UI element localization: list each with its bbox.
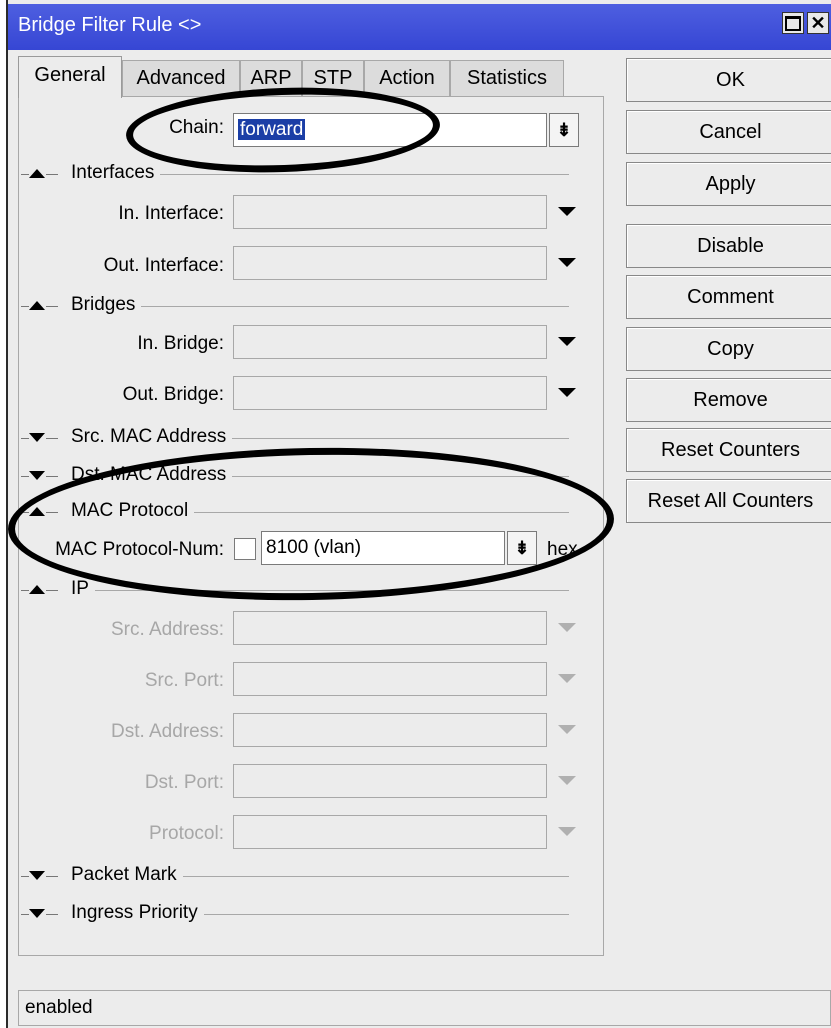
- apply-button[interactable]: Apply: [626, 162, 831, 206]
- dst-address-input: [233, 713, 547, 747]
- chain-input[interactable]: forward: [233, 113, 547, 147]
- section-packet-mark[interactable]: Packet Mark: [21, 864, 569, 887]
- close-icon[interactable]: ✕: [807, 12, 829, 34]
- src-address-dropdown-icon: [558, 623, 576, 632]
- protocol-dropdown-icon: [558, 827, 576, 836]
- out-interface-dropdown-icon[interactable]: [558, 258, 576, 267]
- protocol-label: Protocol:: [149, 823, 224, 844]
- tab-general[interactable]: General: [18, 56, 122, 98]
- in-bridge-dropdown-icon[interactable]: [558, 337, 576, 346]
- section-packet-mark-title: Packet Mark: [71, 864, 183, 886]
- tab-arp[interactable]: ARP: [240, 60, 302, 96]
- in-bridge-input[interactable]: [233, 325, 547, 359]
- dst-address-label: Dst. Address:: [111, 721, 224, 742]
- mac-protocol-dropdown-button[interactable]: ⇟: [507, 531, 537, 565]
- out-interface-label: Out. Interface:: [103, 255, 224, 276]
- tab-advanced[interactable]: Advanced: [122, 60, 240, 96]
- in-interface-label: In. Interface:: [118, 203, 224, 224]
- collapse-arrow-icon: [29, 585, 45, 594]
- out-bridge-dropdown-icon[interactable]: [558, 388, 576, 397]
- collapse-arrow-icon: [29, 301, 45, 310]
- section-dst-mac-title: Dst. MAC Address: [71, 464, 233, 486]
- in-bridge-label: In. Bridge:: [137, 333, 224, 354]
- in-interface-input[interactable]: [233, 195, 547, 229]
- dst-port-label: Dst. Port:: [144, 772, 224, 793]
- expand-arrow-icon: [29, 433, 45, 442]
- section-ingress-priority-title: Ingress Priority: [71, 902, 204, 924]
- collapse-arrow-icon: [29, 169, 45, 178]
- maximize-icon[interactable]: [782, 12, 804, 34]
- src-address-input: [233, 611, 547, 645]
- status-bar: enabled: [18, 990, 831, 1026]
- mac-protocol-num-input[interactable]: 8100 (vlan): [261, 531, 505, 565]
- section-interfaces[interactable]: Interfaces: [21, 162, 569, 185]
- hex-label: hex: [547, 539, 578, 560]
- expand-arrow-icon: [29, 471, 45, 480]
- dst-port-input: [233, 764, 547, 798]
- section-mac-protocol-title: MAC Protocol: [71, 500, 195, 522]
- section-src-mac-title: Src. MAC Address: [71, 426, 233, 448]
- expand-arrow-icon: [29, 909, 45, 918]
- out-interface-input[interactable]: [233, 246, 547, 280]
- out-bridge-label: Out. Bridge:: [122, 384, 224, 405]
- in-interface-dropdown-icon[interactable]: [558, 207, 576, 216]
- copy-button[interactable]: Copy: [626, 327, 831, 371]
- general-panel: Chain: forward ⇟ Interfaces In. Interfac…: [18, 96, 604, 956]
- ok-button[interactable]: OK: [626, 58, 831, 102]
- expand-arrow-icon: [29, 871, 45, 880]
- window-title: Bridge Filter Rule <>: [18, 14, 202, 36]
- src-address-label: Src. Address:: [111, 619, 224, 640]
- section-ip[interactable]: IP: [21, 578, 569, 601]
- section-interfaces-title: Interfaces: [71, 162, 161, 184]
- src-port-label: Src. Port:: [144, 670, 224, 691]
- src-port-dropdown-icon: [558, 674, 576, 683]
- cancel-button[interactable]: Cancel: [626, 110, 831, 154]
- section-src-mac[interactable]: Src. MAC Address: [21, 426, 569, 449]
- mac-protocol-num-label: MAC Protocol-Num:: [55, 539, 224, 560]
- section-bridges-title: Bridges: [71, 294, 142, 316]
- remove-button[interactable]: Remove: [626, 378, 831, 422]
- dst-port-dropdown-icon: [558, 776, 576, 785]
- section-dst-mac[interactable]: Dst. MAC Address: [21, 464, 569, 487]
- section-bridges[interactable]: Bridges: [21, 294, 569, 317]
- chain-value: forward: [238, 119, 306, 140]
- chain-label: Chain:: [169, 117, 224, 138]
- tab-statistics[interactable]: Statistics: [450, 60, 564, 96]
- section-mac-protocol[interactable]: MAC Protocol: [21, 500, 569, 523]
- out-bridge-input[interactable]: [233, 376, 547, 410]
- disable-button[interactable]: Disable: [626, 224, 831, 268]
- comment-button[interactable]: Comment: [626, 275, 831, 319]
- tab-action[interactable]: Action: [364, 60, 450, 96]
- tab-stp[interactable]: STP: [302, 60, 364, 96]
- chain-dropdown-button[interactable]: ⇟: [549, 113, 579, 147]
- reset-all-counters-button[interactable]: Reset All Counters: [626, 479, 831, 523]
- collapse-arrow-icon: [29, 507, 45, 516]
- section-ingress-priority[interactable]: Ingress Priority: [21, 902, 569, 925]
- section-ip-title: IP: [71, 578, 95, 600]
- title-bar[interactable]: Bridge Filter Rule <> ✕: [8, 4, 831, 50]
- mac-protocol-negate-checkbox[interactable]: [234, 538, 256, 560]
- dst-address-dropdown-icon: [558, 725, 576, 734]
- reset-counters-button[interactable]: Reset Counters: [626, 428, 831, 472]
- protocol-input: [233, 815, 547, 849]
- bridge-filter-rule-window: Bridge Filter Rule <> ✕ General Advanced…: [6, 0, 831, 1028]
- src-port-input: [233, 662, 547, 696]
